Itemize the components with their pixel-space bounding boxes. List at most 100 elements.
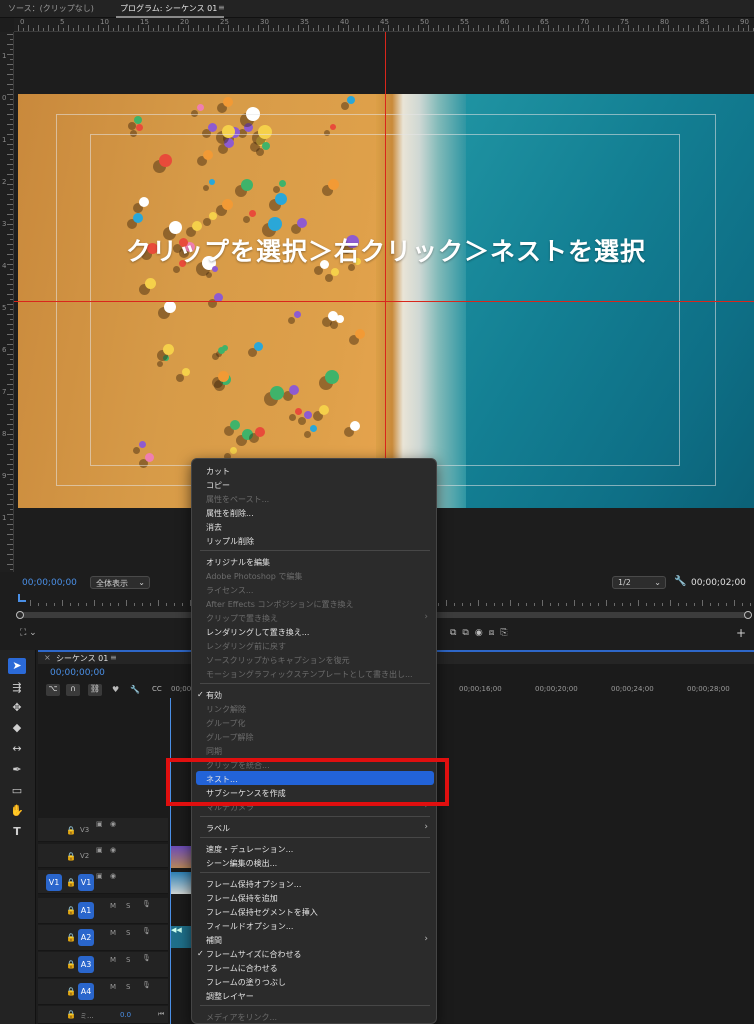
lock-icon[interactable]: 🔒 — [66, 878, 76, 887]
mute-button[interactable]: M — [110, 902, 116, 910]
eye-icon[interactable]: ◉ — [110, 872, 116, 880]
type-tool-icon[interactable]: T — [8, 824, 26, 840]
source-patch-v1[interactable]: V1 — [46, 874, 62, 891]
clip-v2[interactable] — [171, 846, 191, 868]
track-header-v1[interactable]: V1 🔒 V1 ▣ ◉ — [38, 870, 168, 894]
vertical-guide-line[interactable] — [385, 32, 386, 462]
menu-item[interactable]: 調整レイヤー — [206, 991, 254, 1002]
horizontal-guide-line[interactable] — [14, 301, 754, 302]
track-header-v2[interactable]: 🔒 V2 ▣ ◉ — [38, 844, 168, 868]
clip-a2[interactable]: ◀◀ — [171, 926, 191, 948]
fit-dropdown[interactable]: 全体表示 ⌄ — [90, 576, 150, 589]
lock-icon[interactable]: 🔒 — [66, 906, 76, 915]
playhead-marker-icon[interactable] — [18, 594, 26, 602]
tab-program[interactable]: プログラム: シーケンス 01 — [120, 3, 217, 14]
ruler-tick — [463, 28, 464, 31]
resolution-dropdown[interactable]: 1/2 ⌄ — [612, 576, 666, 589]
marker-icon[interactable]: ♥ — [112, 685, 119, 694]
menu-item[interactable]: 有効 — [197, 690, 222, 701]
track-header-a4[interactable]: 🔒 A4 M S 🎙 — [38, 979, 168, 1005]
settings-icon[interactable]: ⛶ ⌄ — [20, 628, 37, 638]
ripple-edit-tool-icon[interactable]: ✥ — [8, 700, 26, 716]
menu-item[interactable]: レンダリングして置き換え... — [206, 627, 309, 638]
track-target-a2[interactable]: A2 — [78, 929, 94, 946]
lock-icon[interactable]: 🔒 — [66, 960, 76, 969]
mix-volume[interactable]: 0.0 — [120, 1011, 131, 1019]
linked-selection-icon[interactable]: ⛓ — [88, 684, 102, 696]
solo-button[interactable]: S — [126, 983, 130, 991]
track-target-v1[interactable]: V1 — [78, 874, 94, 891]
mute-button[interactable]: M — [110, 929, 116, 937]
eye-icon[interactable]: ◉ — [110, 820, 116, 828]
razor-tool-icon[interactable]: ◆ — [8, 720, 26, 736]
track-header-a1[interactable]: 🔒 A1 M S 🎙 — [38, 898, 168, 924]
mute-button[interactable]: M — [110, 956, 116, 964]
sync-icon[interactable]: ▣ — [96, 820, 103, 828]
menu-item[interactable]: フレーム保持オプション... — [206, 879, 301, 890]
lock-icon[interactable]: 🔒 — [66, 933, 76, 942]
timeline-timecode[interactable]: 00;00;00;00 — [50, 668, 105, 678]
scroll-handle-right[interactable] — [744, 611, 752, 619]
wrench-icon[interactable]: 🔧 — [130, 685, 140, 694]
track-header-a3[interactable]: 🔒 A3 M S 🎙 — [38, 952, 168, 978]
microphone-icon[interactable]: 🎙 — [142, 954, 151, 962]
rectangle-tool-icon[interactable]: ▭ — [8, 783, 26, 799]
solo-button[interactable]: S — [126, 929, 130, 937]
captions-icon[interactable]: CC — [152, 685, 162, 693]
timeline-menu-icon[interactable]: ≡ — [110, 653, 117, 662]
menu-item[interactable]: 属性を削除... — [206, 508, 254, 519]
tab-sequence[interactable]: シーケンス 01 — [56, 653, 108, 664]
menu-item[interactable]: フレーム保持を追加 — [206, 893, 278, 904]
export-buttons-icon[interactable]: ⧉⧉◉⧈⎘ — [450, 628, 514, 638]
menu-item[interactable]: フレームサイズに合わせる — [197, 949, 301, 960]
solo-button[interactable]: S — [126, 956, 130, 964]
slip-tool-icon[interactable]: ↔ — [8, 741, 26, 757]
menu-item[interactable]: リップル削除 — [206, 536, 254, 547]
sync-icon[interactable]: ▣ — [96, 846, 103, 854]
menu-item[interactable]: カット — [206, 466, 230, 477]
menu-item[interactable]: コピー — [206, 480, 230, 491]
mute-button[interactable]: M — [110, 983, 116, 991]
menu-item[interactable]: オリジナルを編集 — [206, 557, 270, 568]
menu-item[interactable]: ラベル — [206, 823, 230, 834]
scroll-handle-left[interactable] — [16, 611, 24, 619]
clip-v1[interactable] — [171, 872, 191, 894]
microphone-icon[interactable]: 🎙 — [142, 900, 151, 908]
track-header-mix[interactable]: 🔒 ミ... 0.0 ⏮ — [38, 1006, 168, 1024]
hand-tool-icon[interactable]: ✋ — [8, 803, 26, 819]
track-target-a4[interactable]: A4 — [78, 983, 94, 1000]
track-header-a2[interactable]: 🔒 A2 M S 🎙 — [38, 925, 168, 951]
microphone-icon[interactable]: 🎙 — [142, 981, 151, 989]
menu-item[interactable]: 速度・デュレーション... — [206, 844, 293, 855]
program-timecode[interactable]: 00;00;00;00 — [22, 578, 77, 588]
nest-toggle-icon[interactable]: ⌥ — [46, 684, 60, 696]
menu-item[interactable]: シーン編集の検出... — [206, 858, 277, 869]
solo-button[interactable]: S — [126, 902, 130, 910]
lock-icon[interactable]: 🔒 — [66, 852, 76, 861]
pen-tool-icon[interactable]: ✒ — [8, 762, 26, 778]
panel-menu-icon[interactable]: ≡ — [218, 3, 225, 12]
wrench-icon[interactable]: 🔧 — [674, 576, 686, 587]
sync-icon[interactable]: ▣ — [96, 872, 103, 880]
lock-icon[interactable]: 🔒 — [66, 1010, 76, 1019]
eye-icon[interactable]: ◉ — [110, 846, 116, 854]
microphone-icon[interactable]: 🎙 — [142, 927, 151, 935]
menu-item[interactable]: フィールドオプション... — [206, 921, 293, 932]
track-target-a1[interactable]: A1 — [78, 902, 94, 919]
selection-tool-icon[interactable]: ➤ — [8, 658, 26, 674]
lock-icon[interactable]: 🔒 — [66, 987, 76, 996]
track-select-tool-icon[interactable]: ⇶ — [8, 680, 26, 696]
track-header-v3[interactable]: 🔒 V3 ▣ ◉ — [38, 818, 168, 842]
lock-icon[interactable]: 🔒 — [66, 826, 76, 835]
close-icon[interactable]: × — [44, 653, 51, 662]
menu-item[interactable]: フレームに合わせる — [206, 963, 278, 974]
menu-item[interactable]: 消去 — [206, 522, 222, 533]
menu-item[interactable]: フレーム保持セグメントを挿入 — [206, 907, 318, 918]
tab-source[interactable]: ソース：(クリップなし) — [8, 3, 94, 14]
menu-item[interactable]: フレームの塗りつぶし — [206, 977, 286, 988]
snap-icon[interactable]: ∩ — [66, 684, 80, 696]
add-button-icon[interactable]: + — [736, 626, 746, 640]
track-target-a3[interactable]: A3 — [78, 956, 94, 973]
menu-item[interactable]: 補間 — [206, 935, 222, 946]
mix-playback-icon[interactable]: ⏮ — [158, 1010, 164, 1019]
